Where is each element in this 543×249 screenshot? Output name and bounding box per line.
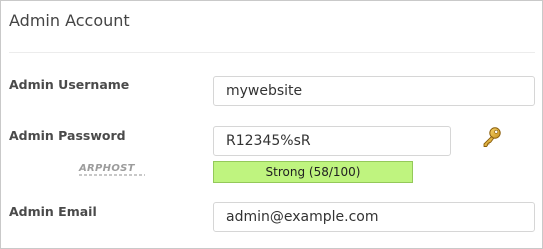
- admin-username-input[interactable]: [213, 76, 535, 106]
- watermark-text: ARPHOST: [79, 163, 135, 174]
- section-title: Admin Account: [9, 11, 130, 30]
- watermark-tagline-line: [79, 174, 145, 176]
- arphost-watermark-logo: ARPHOST: [77, 163, 147, 179]
- admin-password-input[interactable]: [213, 126, 451, 156]
- section-divider: [9, 52, 535, 53]
- admin-password-label: Admin Password: [9, 128, 126, 143]
- admin-account-panel: Admin Account Admin Username Admin Passw…: [0, 0, 543, 249]
- password-strength-meter: Strong (58/100): [213, 161, 413, 183]
- admin-username-label: Admin Username: [9, 77, 130, 92]
- generate-password-key-icon[interactable]: [480, 125, 504, 149]
- admin-email-label: Admin Email: [9, 204, 97, 219]
- admin-email-input[interactable]: [213, 202, 535, 232]
